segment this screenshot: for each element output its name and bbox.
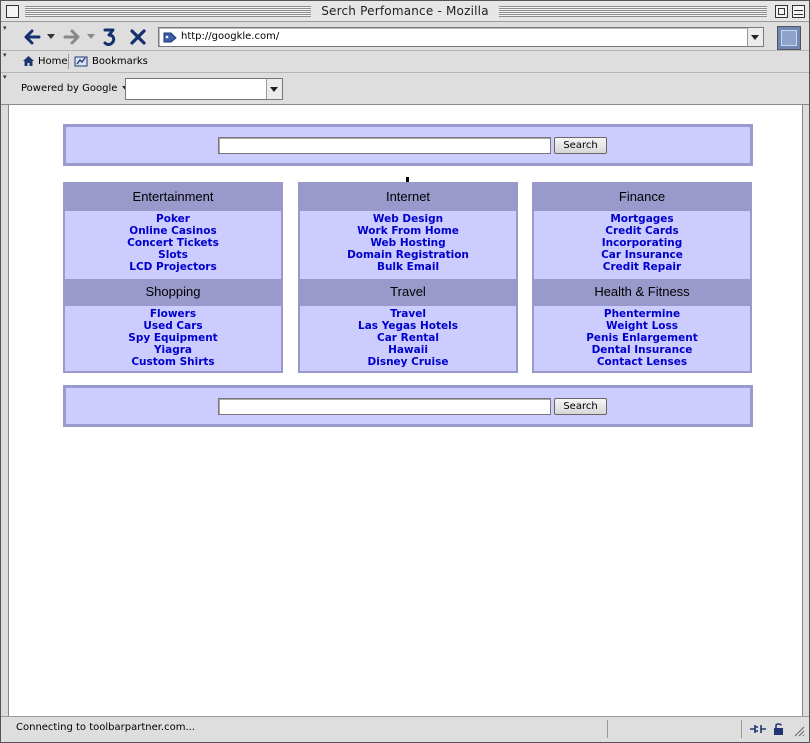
category-link[interactable]: Domain Registration — [300, 249, 516, 261]
category-links: Mortgages Credit Cards Incorporating Car… — [534, 211, 750, 279]
title-stripes-left — [25, 6, 311, 17]
stop-x-icon — [130, 29, 146, 45]
category-links: Web Design Work From Home Web Hosting Do… — [300, 211, 516, 279]
url-history-chevron-down-icon[interactable] — [747, 28, 763, 46]
online-offline-plug-icon[interactable] — [749, 722, 767, 736]
resize-grip-icon[interactable] — [793, 725, 805, 737]
page-content: Search Entertainment Poker Online Casino… — [8, 105, 803, 716]
category-title: Entertainment — [65, 184, 281, 211]
page-bookmark-icon[interactable] — [163, 31, 177, 43]
back-button[interactable] — [19, 25, 45, 49]
url-bar[interactable]: http://googkle.com/ — [158, 27, 764, 47]
category-link[interactable]: Slots — [65, 249, 281, 261]
bottom-search-box: Search — [63, 385, 753, 427]
category-link[interactable]: Mortgages — [534, 213, 750, 225]
stop-button[interactable] — [126, 25, 150, 49]
forward-button[interactable] — [59, 25, 85, 49]
category-link[interactable]: Online Casinos — [65, 225, 281, 237]
reload-icon — [103, 28, 116, 46]
security-lock-icon[interactable] — [773, 722, 785, 736]
powered-by-google-label: Powered by Google — [21, 83, 118, 94]
category-link[interactable]: Hawaii — [300, 344, 516, 356]
home-icon — [23, 56, 34, 66]
category-link[interactable]: Spy Equipment — [65, 332, 281, 344]
personal-toolbar-separator — [68, 54, 69, 69]
bottom-search-input[interactable] — [218, 398, 551, 415]
forward-arrow-icon — [63, 29, 80, 45]
category-box-3: Finance Mortgages Credit Cards Incorpora… — [532, 182, 752, 373]
category-title: Shopping — [65, 279, 281, 306]
toolbar-grip-icon[interactable]: ▾ — [3, 24, 11, 32]
category-links: Poker Online Casinos Concert Tickets Slo… — [65, 211, 281, 279]
personal-toolbar-grip-icon[interactable]: ▾ — [3, 51, 11, 59]
category-link[interactable]: Las Yegas Hotels — [300, 320, 516, 332]
category-links: Phentermine Weight Loss Penis Enlargemen… — [534, 306, 750, 374]
powered-by-google-menu[interactable]: Powered by Google — [21, 83, 131, 94]
category-link[interactable]: Used Cars — [65, 320, 281, 332]
category-link[interactable]: Incorporating — [534, 237, 750, 249]
category-link[interactable]: Poker — [65, 213, 281, 225]
home-button[interactable]: Home — [22, 55, 68, 67]
category-title: Health & Fitness — [534, 279, 750, 306]
back-history-chevron-down-icon[interactable] — [47, 34, 55, 39]
navigation-toolbar: ▾ http://googkle.com/ — [1, 23, 809, 51]
status-separator — [741, 720, 742, 738]
category-link[interactable]: Bulk Email — [300, 261, 516, 273]
category-box-2: Internet Web Design Work From Home Web H… — [298, 182, 518, 373]
category-link[interactable]: Credit Cards — [534, 225, 750, 237]
category-links: Flowers Used Cars Spy Equipment Yiagra C… — [65, 306, 281, 374]
google-toolbar: ▾ Powered by Google — [1, 73, 809, 105]
category-link[interactable]: Concert Tickets — [65, 237, 281, 249]
top-search-input[interactable] — [218, 137, 551, 154]
category-link[interactable]: Travel — [300, 308, 516, 320]
category-link[interactable]: Car Insurance — [534, 249, 750, 261]
bottom-search-button[interactable]: Search — [554, 398, 607, 415]
category-link[interactable]: Contact Lenses — [534, 356, 750, 368]
status-text: Connecting to toolbarpartner.com... — [16, 722, 195, 733]
category-link[interactable]: Yiagra — [65, 344, 281, 356]
category-link[interactable]: Penis Enlargement — [534, 332, 750, 344]
category-link[interactable]: Phentermine — [534, 308, 750, 320]
back-arrow-icon — [24, 29, 41, 45]
category-link[interactable]: Weight Loss — [534, 320, 750, 332]
category-title: Internet — [300, 184, 516, 211]
google-toolbar-grip-icon[interactable]: ▾ — [3, 73, 11, 81]
category-link[interactable]: LCD Projectors — [65, 261, 281, 273]
close-box-icon[interactable] — [6, 5, 19, 18]
category-link[interactable]: Flowers — [65, 308, 281, 320]
home-label: Home — [38, 55, 68, 67]
zoom-box-icon[interactable] — [775, 5, 788, 18]
category-link[interactable]: Web Hosting — [300, 237, 516, 249]
category-link[interactable]: Car Rental — [300, 332, 516, 344]
category-links: Travel Las Yegas Hotels Car Rental Hawai… — [300, 306, 516, 374]
category-link[interactable]: Credit Repair — [534, 261, 750, 273]
google-toolbar-search-combo[interactable] — [125, 78, 283, 100]
progress-meter — [607, 720, 741, 738]
mozilla-throbber-icon[interactable] — [777, 26, 801, 50]
collapse-box-icon[interactable] — [792, 5, 805, 18]
top-search-box: Search — [63, 124, 753, 166]
top-search-button[interactable]: Search — [554, 137, 607, 154]
window-title: Serch Perfomance - Mozilla — [321, 4, 489, 18]
category-link[interactable]: Disney Cruise — [300, 356, 516, 368]
title-stripes-right — [499, 6, 767, 17]
category-title: Finance — [534, 184, 750, 211]
category-link[interactable]: Work From Home — [300, 225, 516, 237]
title-bar[interactable]: Serch Perfomance - Mozilla — [1, 1, 809, 22]
bookmarks-button[interactable]: Bookmarks — [74, 55, 148, 67]
forward-history-chevron-down-icon[interactable] — [87, 34, 95, 39]
category-box-1: Entertainment Poker Online Casinos Conce… — [63, 182, 283, 373]
reload-button[interactable] — [98, 25, 122, 49]
status-bar: Connecting to toolbarpartner.com... — [1, 716, 809, 742]
personal-toolbar: ▾ Home Bookmarks — [1, 51, 809, 73]
category-title: Travel — [300, 279, 516, 306]
category-link[interactable]: Custom Shirts — [65, 356, 281, 368]
bookmarks-icon — [74, 56, 88, 67]
google-search-chevron-down-icon[interactable] — [266, 79, 282, 99]
category-link[interactable]: Web Design — [300, 213, 516, 225]
url-text[interactable]: http://googkle.com/ — [181, 31, 279, 42]
category-link[interactable]: Dental Insurance — [534, 344, 750, 356]
bookmarks-label: Bookmarks — [92, 55, 148, 67]
browser-window: Serch Perfomance - Mozilla ▾ http://goog… — [0, 0, 810, 743]
